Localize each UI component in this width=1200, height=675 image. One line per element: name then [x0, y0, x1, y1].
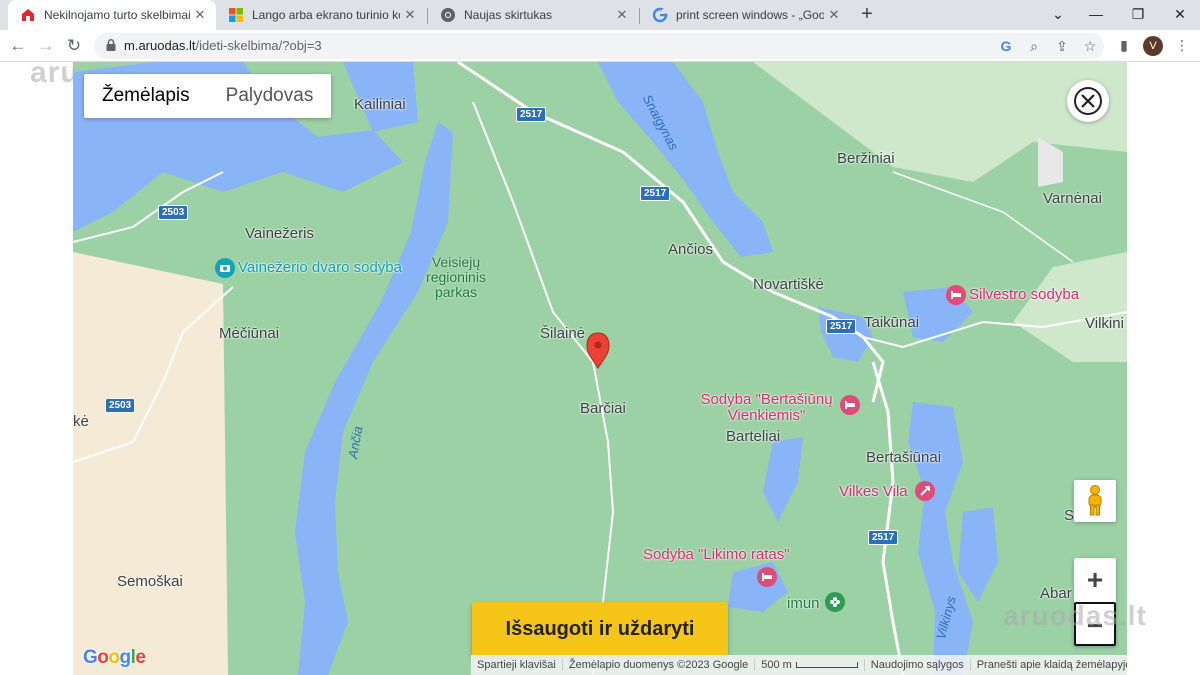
url-text: m.aruodas.lt/ideti-skelbima/?obj=3: [124, 38, 322, 53]
map-attribution: Spartieji klavišai Žemėlapio duomenys ©2…: [471, 655, 1127, 675]
aruodas-favicon-icon: [20, 7, 36, 23]
tab-title: Naujas skirtukas: [464, 8, 553, 22]
road-label-2517: 2517: [640, 186, 671, 201]
map-base-layer: [73, 62, 1127, 675]
terms-link[interactable]: Naudojimo sąlygos: [863, 659, 970, 671]
tab-lango[interactable]: Lango arba ekrano turinio kopija ✕: [216, 0, 426, 30]
place-label: kė: [73, 413, 89, 430]
road-label-2503: 2503: [105, 398, 136, 413]
poi-label[interactable]: Sodyba "Likimo ratas": [643, 547, 790, 563]
share-icon[interactable]: ⇪: [1054, 38, 1070, 54]
chrome-favicon-icon: [440, 7, 456, 23]
google-favicon-icon: [652, 7, 668, 23]
hotel-poi-icon[interactable]: [757, 567, 777, 587]
poi-label[interactable]: Sodyba "Bertašiūnų Vienkiemis": [695, 392, 838, 424]
poi-label[interactable]: Vainežerio dvaro sodyba: [238, 260, 402, 276]
place-label: Taikūnai: [864, 314, 920, 331]
poi-label[interactable]: imun: [787, 596, 820, 612]
close-tab-icon[interactable]: ✕: [824, 7, 844, 23]
zoom-in-button[interactable]: +: [1074, 558, 1116, 602]
tab-title: Nekilnojamo turto skelbimai - Ar: [44, 8, 190, 22]
address-bar[interactable]: m.aruodas.lt/ideti-skelbima/?obj=3 G ⌕ ⇪…: [94, 33, 1104, 59]
bookmark-star-icon[interactable]: ☆: [1082, 38, 1098, 54]
pegman-icon: [1088, 485, 1102, 516]
close-tab-icon[interactable]: ✕: [612, 7, 632, 23]
forward-arrow-icon[interactable]: →: [34, 34, 58, 58]
google-translate-icon[interactable]: G: [998, 38, 1014, 54]
scale-label: 500 m: [761, 659, 792, 671]
close-icon: [1074, 87, 1102, 115]
restore-window-icon[interactable]: ❐: [1118, 0, 1158, 30]
tab-title: Lango arba ekrano turinio kopija: [252, 8, 400, 22]
place-label: Mėčiūnai: [219, 325, 280, 342]
lock-icon: [106, 39, 116, 51]
road-label-2517: 2517: [826, 319, 857, 334]
camera-poi-icon[interactable]: [215, 258, 235, 278]
place-label: Beržiniai: [837, 150, 895, 167]
avatar[interactable]: V: [1143, 36, 1163, 56]
place-label: Šilainė: [540, 325, 586, 342]
place-label: Varnėnai: [1043, 190, 1102, 207]
tab-map[interactable]: Žemėlapis: [84, 74, 208, 118]
place-label: Kailiniai: [354, 96, 406, 113]
close-window-icon[interactable]: ✕: [1160, 0, 1200, 30]
keyboard-shortcuts-link[interactable]: Spartieji klavišai: [471, 659, 562, 671]
hotel-poi-icon[interactable]: [840, 395, 860, 415]
watermark-bottom: aruodas.lt: [1003, 600, 1147, 631]
tab-title: print screen windows - „Google“: [676, 8, 824, 22]
place-label: Semoškai: [117, 573, 183, 590]
park-label: Veisiejų regioninis parkas: [426, 254, 486, 300]
place-label: Vainežeris: [245, 225, 314, 242]
url-host: m.aruodas.lt: [124, 38, 196, 53]
tab-satellite[interactable]: Palydovas: [208, 74, 332, 118]
place-label: Novartiškė: [753, 276, 824, 293]
report-error-link[interactable]: Pranešti apie klaidą žemėlapyje: [969, 659, 1127, 671]
tab-strip: Nekilnojamo turto skelbimai - Ar ✕ Lango…: [0, 0, 1200, 30]
scale-indicator[interactable]: 500 m: [754, 659, 864, 671]
tab-aruodas[interactable]: Nekilnojamo turto skelbimai - Ar ✕: [8, 0, 216, 30]
menu-icon[interactable]: ⋮: [1172, 35, 1192, 55]
save-and-close-button[interactable]: Išsaugoti ir uždaryti: [472, 602, 728, 656]
close-map-button[interactable]: [1067, 80, 1109, 122]
browser-toolbar: ← → ↻ m.aruodas.lt/ideti-skelbima/?obj=3…: [0, 30, 1200, 62]
road-label-2503: 2503: [158, 205, 189, 220]
page-content: aruodas.lt: [0, 62, 1200, 675]
microsoft-favicon-icon: [228, 7, 244, 23]
close-tab-icon[interactable]: ✕: [190, 7, 210, 23]
poi-label[interactable]: Vilkes Vila: [839, 484, 908, 500]
place-label: Vilkini: [1085, 315, 1124, 332]
side-panel-icon[interactable]: ▮: [1114, 35, 1134, 55]
google-logo: Google: [83, 647, 146, 668]
tab-google[interactable]: print screen windows - „Google“ ✕: [640, 0, 850, 30]
scale-bar: [795, 662, 858, 669]
flower-poi-icon[interactable]: [825, 592, 845, 612]
tab-naujas[interactable]: Naujas skirtukas ✕: [428, 0, 638, 30]
place-label: Bertašiūnai: [866, 449, 942, 466]
map-type-toggle: Žemėlapis Palydovas: [84, 74, 332, 118]
hotel-poi-icon[interactable]: [946, 285, 966, 305]
poi-label[interactable]: Silvestro sodyba: [969, 287, 1079, 303]
location-marker-icon[interactable]: [586, 332, 610, 369]
minimize-icon[interactable]: —: [1076, 0, 1116, 30]
place-label: Barteliai: [726, 428, 781, 445]
road-label-2517: 2517: [516, 107, 547, 122]
back-arrow-icon[interactable]: ←: [6, 34, 30, 58]
street-view-button[interactable]: [1074, 480, 1116, 522]
zoom-icon[interactable]: ⌕: [1026, 38, 1042, 54]
new-tab-button[interactable]: +: [856, 4, 878, 26]
spa-poi-icon[interactable]: [915, 481, 935, 501]
reload-icon[interactable]: ↻: [62, 34, 86, 58]
close-tab-icon[interactable]: ✕: [400, 7, 420, 23]
chevron-down-icon[interactable]: ⌄: [1038, 0, 1078, 30]
road-label-2517: 2517: [868, 530, 899, 545]
map-view[interactable]: 2517 2517 2517 2517 2503 2503 Kailiniai …: [73, 62, 1127, 675]
map-data-text: Žemėlapio duomenys ©2023 Google: [561, 659, 754, 671]
place-label: Barčiai: [580, 400, 626, 417]
url-path: /ideti-skelbima/?obj=3: [195, 38, 322, 53]
place-label: Ančios: [668, 241, 714, 258]
